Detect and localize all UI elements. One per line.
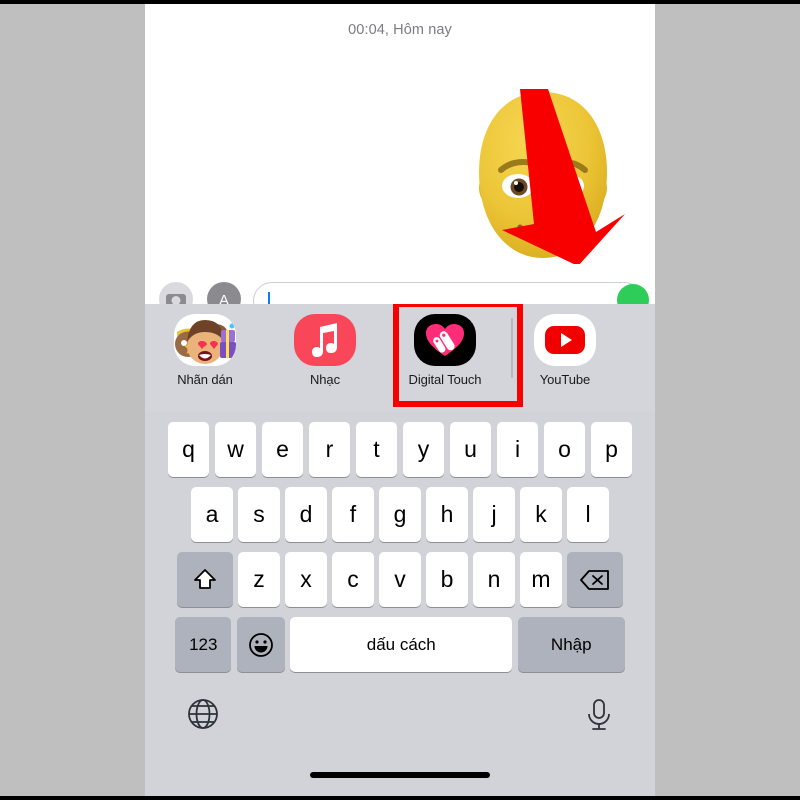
key-l[interactable]: l [567, 487, 609, 542]
key-q[interactable]: q [167, 422, 210, 477]
key-x[interactable]: x [285, 552, 327, 607]
keyboard-row-2: a s d f g h j k l [145, 487, 655, 542]
screenshot-canvas: 00:04, Hôm nay A Nhãn dán Nhạc Digital T… [0, 0, 800, 800]
app-drawer-item-digital-touch[interactable]: Digital Touch [393, 314, 497, 406]
keyboard-row-3: z x c v b n m [145, 552, 655, 607]
microphone-icon[interactable] [585, 698, 613, 732]
space-key[interactable]: dấu cách [290, 617, 513, 672]
keyboard-row-4: 123 dấu cách Nhập [145, 617, 655, 672]
app-drawer-label: Nhãn dán [177, 372, 233, 387]
key-b[interactable]: b [426, 552, 468, 607]
key-z[interactable]: z [238, 552, 280, 607]
phone-viewport: 00:04, Hôm nay A Nhãn dán Nhạc Digital T… [145, 4, 655, 796]
key-s[interactable]: s [238, 487, 280, 542]
memoji-face-icon [479, 92, 607, 258]
return-key[interactable]: Nhập [517, 617, 625, 672]
message-input-bar: A [145, 264, 655, 320]
shift-arrow-icon [193, 568, 216, 589]
globe-icon[interactable] [187, 698, 219, 730]
app-drawer-label: Digital Touch [408, 372, 482, 387]
shift-key[interactable] [176, 552, 233, 607]
backspace-key[interactable] [567, 552, 624, 607]
key-y[interactable]: y [402, 422, 445, 477]
memoji-message-bubble[interactable] [463, 82, 623, 267]
key-i[interactable]: i [496, 422, 539, 477]
emoji-smiley-icon [248, 632, 273, 657]
message-timestamp: 00:04, Hôm nay [348, 22, 452, 38]
key-g[interactable]: g [379, 487, 421, 542]
emoji-key[interactable] [236, 617, 285, 672]
sticker-memoji-icon [174, 314, 236, 366]
key-v[interactable]: v [379, 552, 421, 607]
numeric-key[interactable]: 123 [175, 617, 232, 672]
key-d[interactable]: d [285, 487, 327, 542]
app-drawer-item-music[interactable]: Nhạc [273, 314, 377, 406]
key-p[interactable]: p [590, 422, 633, 477]
key-h[interactable]: h [426, 487, 468, 542]
key-e[interactable]: e [261, 422, 304, 477]
key-o[interactable]: o [543, 422, 586, 477]
app-drawer-item-stickers[interactable]: Nhãn dán [153, 314, 257, 406]
keyboard-row-1: q w e r t y u i o p [145, 422, 655, 477]
key-m[interactable]: m [520, 552, 562, 607]
key-u[interactable]: u [449, 422, 492, 477]
conversation-area: 00:04, Hôm nay A [145, 4, 655, 320]
app-drawer-label: Nhạc [310, 372, 340, 387]
youtube-play-icon [534, 314, 596, 366]
home-indicator[interactable] [310, 772, 490, 778]
key-w[interactable]: w [214, 422, 257, 477]
key-t[interactable]: t [355, 422, 398, 477]
key-n[interactable]: n [473, 552, 515, 607]
app-drawer-label: YouTube [539, 372, 591, 387]
key-j[interactable]: j [473, 487, 515, 542]
key-c[interactable]: c [332, 552, 374, 607]
music-note-icon [294, 314, 356, 366]
virtual-keyboard: q w e r t y u i o p a s d f g h j k l z … [145, 412, 655, 796]
backspace-icon [580, 569, 610, 590]
key-r[interactable]: r [308, 422, 351, 477]
app-drawer-item-youtube[interactable]: YouTube [513, 314, 617, 406]
imessage-app-drawer: Nhãn dán Nhạc Digital Touch YouTube [145, 304, 655, 412]
key-k[interactable]: k [520, 487, 562, 542]
key-a[interactable]: a [191, 487, 233, 542]
keyboard-bottom-bar [145, 684, 655, 796]
key-f[interactable]: f [332, 487, 374, 542]
drawer-scroll-indicator[interactable] [511, 318, 513, 378]
digital-touch-heart-icon [414, 314, 476, 366]
